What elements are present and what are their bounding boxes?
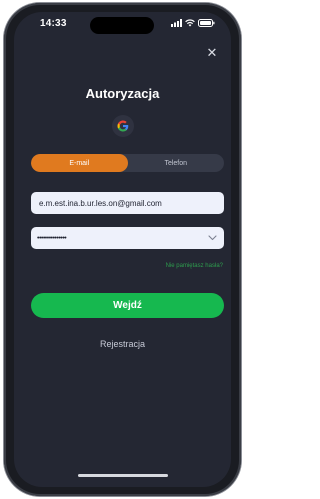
forgot-password-link[interactable]: Nie pamiętasz hasła? [166,263,223,269]
phone-frame: 14:33 ✕ Autoryzacja E-mail Telefon e.m.e… [4,3,241,496]
close-button[interactable]: ✕ [205,46,219,60]
email-input[interactable] [37,197,218,209]
close-icon: ✕ [206,45,218,60]
home-indicator [78,474,168,477]
password-field[interactable]: ••••••••••••••• [31,227,224,249]
login-button[interactable]: Wejdź [31,293,224,318]
battery-icon [198,19,215,27]
app-screen: 14:33 ✕ Autoryzacja E-mail Telefon e.m.e… [14,12,231,487]
wifi-icon [185,19,195,27]
tab-email[interactable]: E-mail [31,154,128,172]
email-field[interactable] [31,192,224,214]
google-login-button[interactable] [112,115,134,137]
google-icon [117,120,129,132]
status-icons [171,19,215,27]
login-method-tabs: E-mail Telefon [31,154,224,172]
tab-phone[interactable]: Telefon [128,154,225,172]
register-link[interactable]: Rejestracja [14,339,231,349]
signal-icon [171,19,182,27]
dynamic-island [90,17,154,34]
page-title: Autoryzacja [85,86,160,101]
password-value[interactable]: ••••••••••••••• [37,235,67,242]
show-password-toggle[interactable] [206,232,218,244]
chevron-down-icon [207,235,217,241]
status-time: 14:33 [40,18,67,29]
status-bar: 14:33 [14,12,231,36]
